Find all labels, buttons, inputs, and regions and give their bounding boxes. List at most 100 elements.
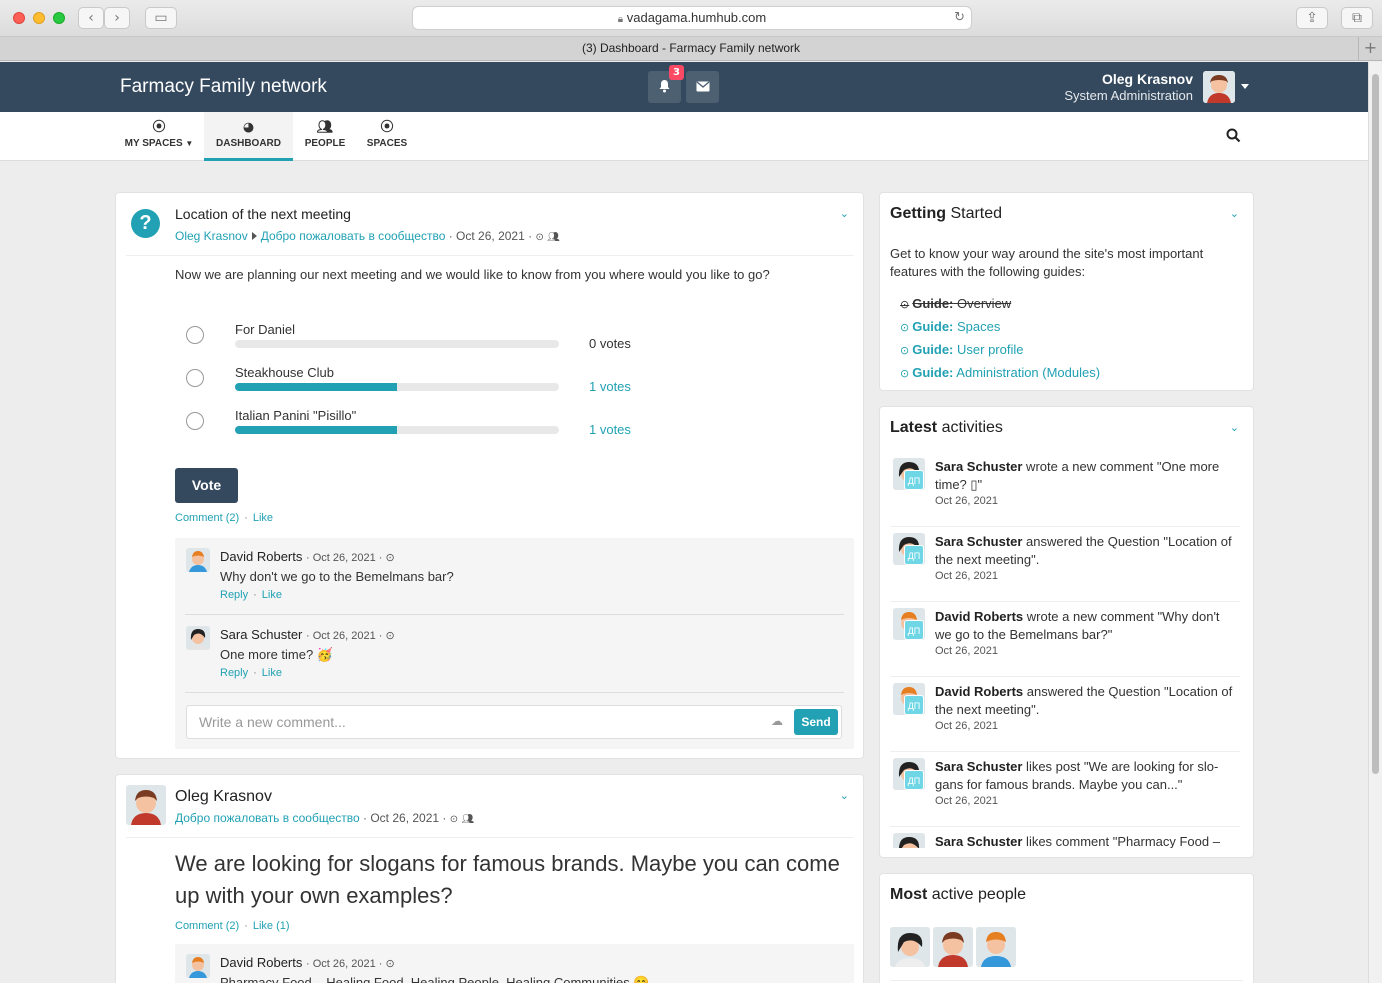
- comment-date[interactable]: Oct 26, 2021: [313, 552, 376, 564]
- chevron-down-icon[interactable]: ⌄: [1230, 207, 1239, 220]
- post-actions: Comment (2) · Like: [175, 512, 274, 524]
- tabs-overview-icon[interactable]: ⧉: [1341, 7, 1373, 29]
- poll-vote-count-link[interactable]: 1 votes: [589, 422, 631, 437]
- search-icon[interactable]: [1226, 128, 1241, 146]
- activity-item[interactable]: ДП David Roberts answered the Question "…: [890, 677, 1240, 752]
- post-date[interactable]: Oct 26, 2021: [370, 811, 439, 825]
- comment-actions: Reply · Like: [220, 667, 282, 679]
- comment-author: Sara Schuster · Oct 26, 2021 · ⊙: [220, 627, 395, 642]
- like-link[interactable]: Like: [262, 589, 282, 601]
- notifications-button[interactable]: 3: [648, 65, 684, 103]
- poll-vote-count-link[interactable]: 1 votes: [589, 379, 631, 394]
- upload-cloud-icon[interactable]: ☁: [771, 714, 783, 728]
- close-window-button[interactable]: [13, 12, 25, 24]
- guide-prefix: Guide:: [912, 319, 954, 334]
- avatar[interactable]: [186, 626, 210, 650]
- guide-overview-link[interactable]: ⊙ Guide: Overview: [900, 296, 1011, 311]
- maximize-window-button[interactable]: [53, 12, 65, 24]
- brand-name[interactable]: Farmacy Family network: [120, 76, 327, 98]
- play-circle-icon: ⊙: [900, 321, 910, 334]
- comment-link[interactable]: Comment (2): [175, 512, 239, 524]
- activity-text: Sara Schuster wrote a new comment "One m…: [935, 458, 1235, 494]
- page-scrollbar[interactable]: [1368, 62, 1382, 983]
- tab-bar: (3) Dashboard - Farmacy Family network +: [0, 37, 1382, 61]
- activity-item[interactable]: ДП Sara Schuster wrote a new comment "On…: [890, 452, 1240, 527]
- share-icon[interactable]: ⇪: [1296, 7, 1328, 29]
- comment-author-name[interactable]: Sara Schuster: [220, 627, 302, 642]
- poll-option-radio[interactable]: [186, 326, 204, 344]
- panel-title-rest: Started: [946, 205, 1003, 222]
- nav-dashboard[interactable]: ◕ DASHBOARD: [204, 112, 293, 161]
- new-tab-icon[interactable]: +: [1358, 37, 1382, 60]
- forward-button[interactable]: ›: [104, 7, 130, 29]
- poll-title[interactable]: Location of the next meeting: [175, 206, 351, 222]
- avatar[interactable]: [976, 927, 1016, 967]
- nav-spaces[interactable]: ⦿ SPACES: [360, 112, 414, 161]
- like-link[interactable]: Like: [253, 512, 273, 524]
- reply-link[interactable]: Reply: [220, 589, 248, 601]
- chevron-down-icon[interactable]: ⌄: [1230, 421, 1239, 434]
- poll-post: ? Location of the next meeting ⌄ Oleg Kr…: [115, 192, 864, 759]
- poll-question: Now we are planning our next meeting and…: [175, 267, 770, 282]
- reload-icon[interactable]: ↻: [954, 7, 965, 29]
- comment-date[interactable]: Oct 26, 2021: [313, 630, 376, 642]
- author-link[interactable]: Oleg Krasnov: [175, 229, 248, 243]
- send-button[interactable]: Send: [794, 709, 838, 735]
- comment-placeholder: Write a new comment...: [199, 714, 346, 730]
- space-link[interactable]: Добро пожаловать в сообщество: [175, 811, 360, 825]
- minimize-window-button[interactable]: [33, 12, 45, 24]
- comment-input[interactable]: Write a new comment... ☁ Send: [186, 705, 842, 739]
- comment-author-name[interactable]: David Roberts: [220, 549, 302, 564]
- users-icon: 👥︎: [547, 232, 560, 243]
- avatar[interactable]: [933, 927, 973, 967]
- chevron-down-icon[interactable]: ⌄: [840, 207, 849, 220]
- guide-administration-link[interactable]: ⊙ Guide: Administration (Modules): [900, 365, 1100, 380]
- avatar[interactable]: [126, 785, 166, 825]
- poll-option-label: For Daniel: [235, 322, 295, 337]
- comment-date[interactable]: Oct 26, 2021: [313, 958, 376, 970]
- guide-prefix: Guide:: [912, 365, 954, 380]
- caret-down-icon: ▼: [185, 139, 194, 148]
- scrollbar-thumb[interactable]: [1372, 74, 1379, 774]
- guide-prefix: Guide:: [912, 296, 954, 311]
- notification-count-badge: 3: [669, 65, 684, 80]
- dashboard-icon: ◕: [242, 120, 255, 135]
- sidebar-toggle-icon[interactable]: ▭: [145, 7, 177, 29]
- user-menu-caret-icon[interactable]: [1241, 84, 1249, 89]
- activity-list[interactable]: ДП Sara Schuster wrote a new comment "On…: [880, 452, 1256, 848]
- chevron-down-icon[interactable]: ⌄: [840, 789, 849, 802]
- nav-my-spaces[interactable]: ⦿ MY SPACES ▼: [120, 112, 198, 161]
- address-bar[interactable]: 🔒︎ vadagama.humhub.com ↻: [412, 6, 972, 30]
- activity-item[interactable]: ДП David Roberts wrote a new comment "Wh…: [890, 602, 1240, 677]
- avatar[interactable]: [186, 954, 210, 978]
- like-link[interactable]: Like (1): [253, 920, 290, 932]
- activity-item[interactable]: ДП Sara Schuster answered the Question "…: [890, 527, 1240, 602]
- avatar[interactable]: [186, 548, 210, 572]
- post-date[interactable]: Oct 26, 2021: [456, 229, 525, 243]
- divider: [126, 837, 853, 838]
- reply-link[interactable]: Reply: [220, 667, 248, 679]
- space-link[interactable]: Добро пожаловать в сообщество: [261, 229, 446, 243]
- vote-button[interactable]: Vote: [175, 468, 238, 503]
- like-link[interactable]: Like: [262, 667, 282, 679]
- guide-user-profile-link[interactable]: ⊙ Guide: User profile: [900, 342, 1023, 357]
- guide-prefix: Guide:: [912, 342, 954, 357]
- tab-title[interactable]: (3) Dashboard - Farmacy Family network: [582, 41, 800, 55]
- comment-link[interactable]: Comment (2): [175, 920, 239, 932]
- user-name[interactable]: Oleg Krasnov: [1102, 71, 1193, 87]
- post-author[interactable]: Oleg Krasnov: [175, 788, 272, 806]
- activity-user: Sara Schuster: [935, 534, 1023, 549]
- activity-item[interactable]: Sara Schuster likes comment "Pharmacy Fo…: [890, 827, 1240, 848]
- poll-option-radio[interactable]: [186, 412, 204, 430]
- avatar[interactable]: [890, 927, 930, 967]
- comment-author-name[interactable]: David Roberts: [220, 955, 302, 970]
- activity-user: David Roberts: [935, 684, 1024, 699]
- messages-button[interactable]: [686, 71, 719, 103]
- back-button[interactable]: ‹: [78, 7, 104, 29]
- poll-option-radio[interactable]: [186, 369, 204, 387]
- guide-label: Spaces: [957, 319, 1001, 334]
- activity-item[interactable]: ДП Sara Schuster likes post "We are look…: [890, 752, 1240, 827]
- nav-people[interactable]: 👥︎ PEOPLE: [296, 112, 354, 161]
- guide-spaces-link[interactable]: ⊙ Guide: Spaces: [900, 319, 1000, 334]
- user-avatar[interactable]: [1203, 71, 1235, 103]
